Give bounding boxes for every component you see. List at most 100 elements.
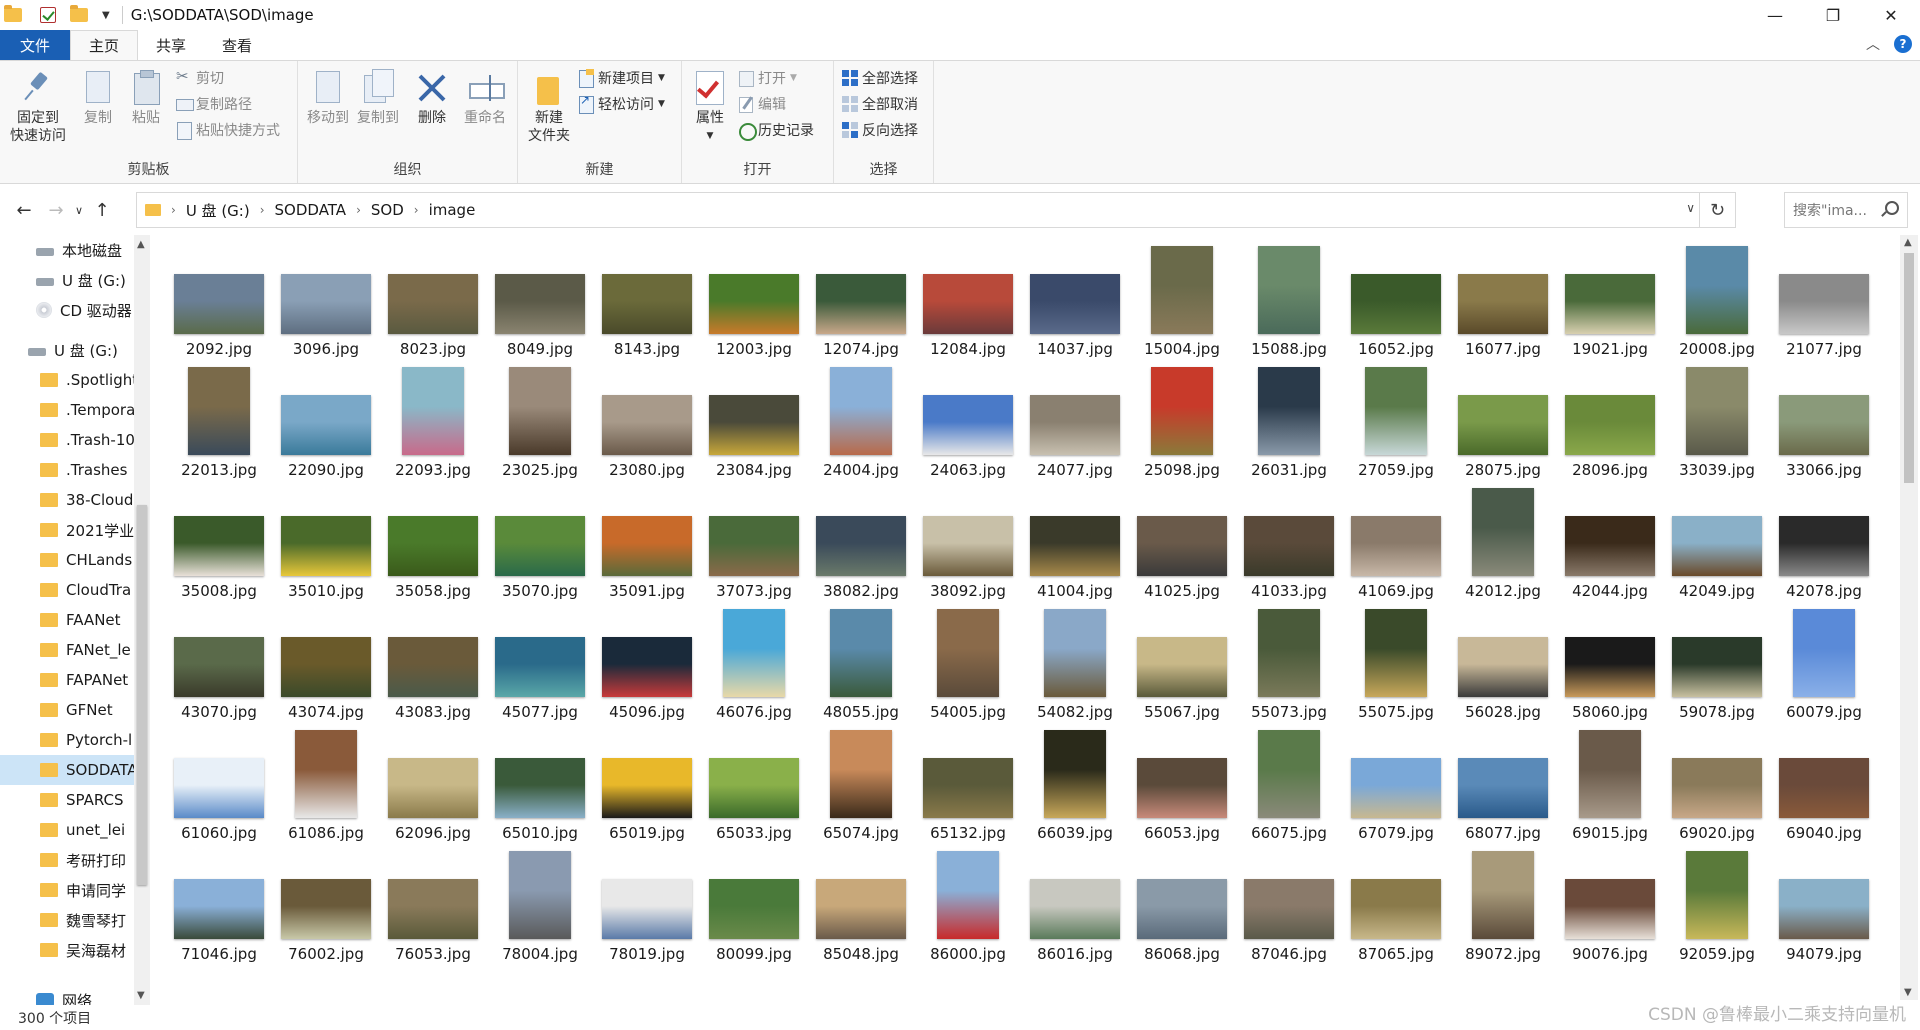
file-item[interactable]: 69020.jpg [1664, 724, 1770, 844]
file-item[interactable]: 65010.jpg [487, 724, 593, 844]
file-item[interactable]: 16077.jpg [1450, 240, 1556, 360]
file-item[interactable]: 43074.jpg [273, 603, 379, 723]
file-item[interactable]: 90076.jpg [1557, 845, 1663, 965]
file-item[interactable]: 94079.jpg [1771, 845, 1877, 965]
tab-home[interactable]: 主页 [70, 30, 139, 60]
navigation-pane-scrollbar[interactable]: ▲ ▼ [134, 235, 150, 1005]
file-item[interactable]: 62096.jpg [380, 724, 486, 844]
sidebar-item[interactable]: CD 驱动器 [0, 295, 134, 325]
properties-button[interactable]: 属性 ▼ [688, 69, 732, 145]
sidebar-item[interactable]: 网络 [0, 985, 134, 1005]
file-item[interactable]: 37073.jpg [701, 482, 807, 602]
sidebar-item[interactable]: 38-Cloud [0, 485, 134, 515]
file-item[interactable]: 78004.jpg [487, 845, 593, 965]
file-item[interactable]: 86068.jpg [1129, 845, 1235, 965]
sidebar-item[interactable]: 申请同学 [0, 875, 134, 905]
select-none-button[interactable]: 全部取消 [842, 93, 918, 115]
file-item[interactable]: 66075.jpg [1236, 724, 1342, 844]
breadcrumb-image[interactable]: image [429, 201, 476, 219]
sidebar-item[interactable]: CloudTra [0, 575, 134, 605]
sidebar-item[interactable]: 考研打印 [0, 845, 134, 875]
file-item[interactable]: 41033.jpg [1236, 482, 1342, 602]
tab-share[interactable]: 共享 [138, 30, 204, 60]
file-item[interactable]: 69040.jpg [1771, 724, 1877, 844]
file-item[interactable]: 12084.jpg [915, 240, 1021, 360]
file-item[interactable]: 58060.jpg [1557, 603, 1663, 723]
file-item[interactable]: 35070.jpg [487, 482, 593, 602]
sidebar-item[interactable]: SODDATA [0, 755, 134, 785]
breadcrumb-sod[interactable]: SOD [371, 201, 404, 219]
chevron-right-icon[interactable]: › [260, 203, 265, 217]
sidebar-item[interactable]: U 盘 (G:) [0, 335, 134, 365]
file-item[interactable]: 22090.jpg [273, 361, 379, 481]
file-item[interactable]: 76053.jpg [380, 845, 486, 965]
file-item[interactable]: 8049.jpg [487, 240, 593, 360]
file-item[interactable]: 76002.jpg [273, 845, 379, 965]
select-all-button[interactable]: 全部选择 [842, 67, 918, 89]
paste-button[interactable]: 粘贴 [124, 69, 168, 127]
file-item[interactable]: 16052.jpg [1343, 240, 1449, 360]
file-item[interactable]: 38082.jpg [808, 482, 914, 602]
file-item[interactable]: 69015.jpg [1557, 724, 1663, 844]
sidebar-item[interactable]: 本地磁盘 [0, 235, 134, 265]
delete-button[interactable]: 删除 [410, 69, 454, 127]
file-item[interactable]: 66039.jpg [1022, 724, 1128, 844]
file-item[interactable]: 45077.jpg [487, 603, 593, 723]
minimize-button[interactable]: — [1746, 0, 1804, 30]
chevron-right-icon[interactable]: › [356, 203, 361, 217]
sidebar-item[interactable]: .Trash-100 [0, 425, 134, 455]
new-item-button[interactable]: 新建项目 ▼ [578, 67, 665, 89]
copy-button[interactable]: 复制 [76, 69, 120, 127]
sidebar-item[interactable]: Pytorch-l [0, 725, 134, 755]
file-item[interactable]: 24063.jpg [915, 361, 1021, 481]
file-item[interactable]: 48055.jpg [808, 603, 914, 723]
file-item[interactable]: 43070.jpg [166, 603, 272, 723]
sidebar-item[interactable]: SPARCS [0, 785, 134, 815]
quick-access-dropdown-icon[interactable]: ▼ [102, 10, 110, 21]
collapse-ribbon-icon[interactable]: ︿ [1866, 34, 1880, 54]
file-item[interactable]: 24004.jpg [808, 361, 914, 481]
file-item[interactable]: 8023.jpg [380, 240, 486, 360]
scrollbar-thumb[interactable] [1904, 253, 1914, 483]
file-item[interactable]: 86016.jpg [1022, 845, 1128, 965]
file-item[interactable]: 35010.jpg [273, 482, 379, 602]
file-item[interactable]: 45096.jpg [594, 603, 700, 723]
new-folder-quick-icon[interactable] [70, 5, 88, 22]
file-item[interactable]: 65132.jpg [915, 724, 1021, 844]
tab-view[interactable]: 查看 [204, 30, 270, 60]
copy-to-button[interactable]: 复制到 [354, 69, 402, 127]
file-item[interactable]: 8143.jpg [594, 240, 700, 360]
close-button[interactable]: ✕ [1862, 0, 1920, 30]
sidebar-item[interactable]: U 盘 (G:) [0, 265, 134, 295]
file-item[interactable]: 33039.jpg [1664, 361, 1770, 481]
file-item[interactable]: 55075.jpg [1343, 603, 1449, 723]
file-item[interactable]: 89072.jpg [1450, 845, 1556, 965]
up-arrow-icon[interactable]: ↑ [88, 200, 116, 221]
back-arrow-icon[interactable]: ← [10, 200, 38, 221]
file-item[interactable]: 12074.jpg [808, 240, 914, 360]
file-item[interactable]: 15088.jpg [1236, 240, 1342, 360]
file-item[interactable]: 43083.jpg [380, 603, 486, 723]
sidebar-item[interactable]: unet_lei [0, 815, 134, 845]
easy-access-button[interactable]: 轻松访问 ▼ [578, 93, 665, 115]
file-item[interactable]: 15004.jpg [1129, 240, 1235, 360]
file-item[interactable]: 2092.jpg [166, 240, 272, 360]
file-item[interactable]: 68077.jpg [1450, 724, 1556, 844]
file-item[interactable]: 35058.jpg [380, 482, 486, 602]
file-item[interactable]: 65074.jpg [808, 724, 914, 844]
file-item[interactable]: 65019.jpg [594, 724, 700, 844]
file-item[interactable]: 3096.jpg [273, 240, 379, 360]
sidebar-item[interactable]: .Temporar [0, 395, 134, 425]
rename-button[interactable]: 重命名 [458, 69, 512, 127]
file-item[interactable]: 28075.jpg [1450, 361, 1556, 481]
file-item[interactable]: 35091.jpg [594, 482, 700, 602]
file-item[interactable]: 42012.jpg [1450, 482, 1556, 602]
sidebar-item[interactable]: GFNet [0, 695, 134, 725]
file-item[interactable]: 25098.jpg [1129, 361, 1235, 481]
file-item[interactable]: 46076.jpg [701, 603, 807, 723]
file-item[interactable]: 66053.jpg [1129, 724, 1235, 844]
file-item[interactable]: 28096.jpg [1557, 361, 1663, 481]
file-item[interactable]: 41069.jpg [1343, 482, 1449, 602]
sidebar-item[interactable]: 魏雪琴打 [0, 905, 134, 935]
file-item[interactable]: 23084.jpg [701, 361, 807, 481]
